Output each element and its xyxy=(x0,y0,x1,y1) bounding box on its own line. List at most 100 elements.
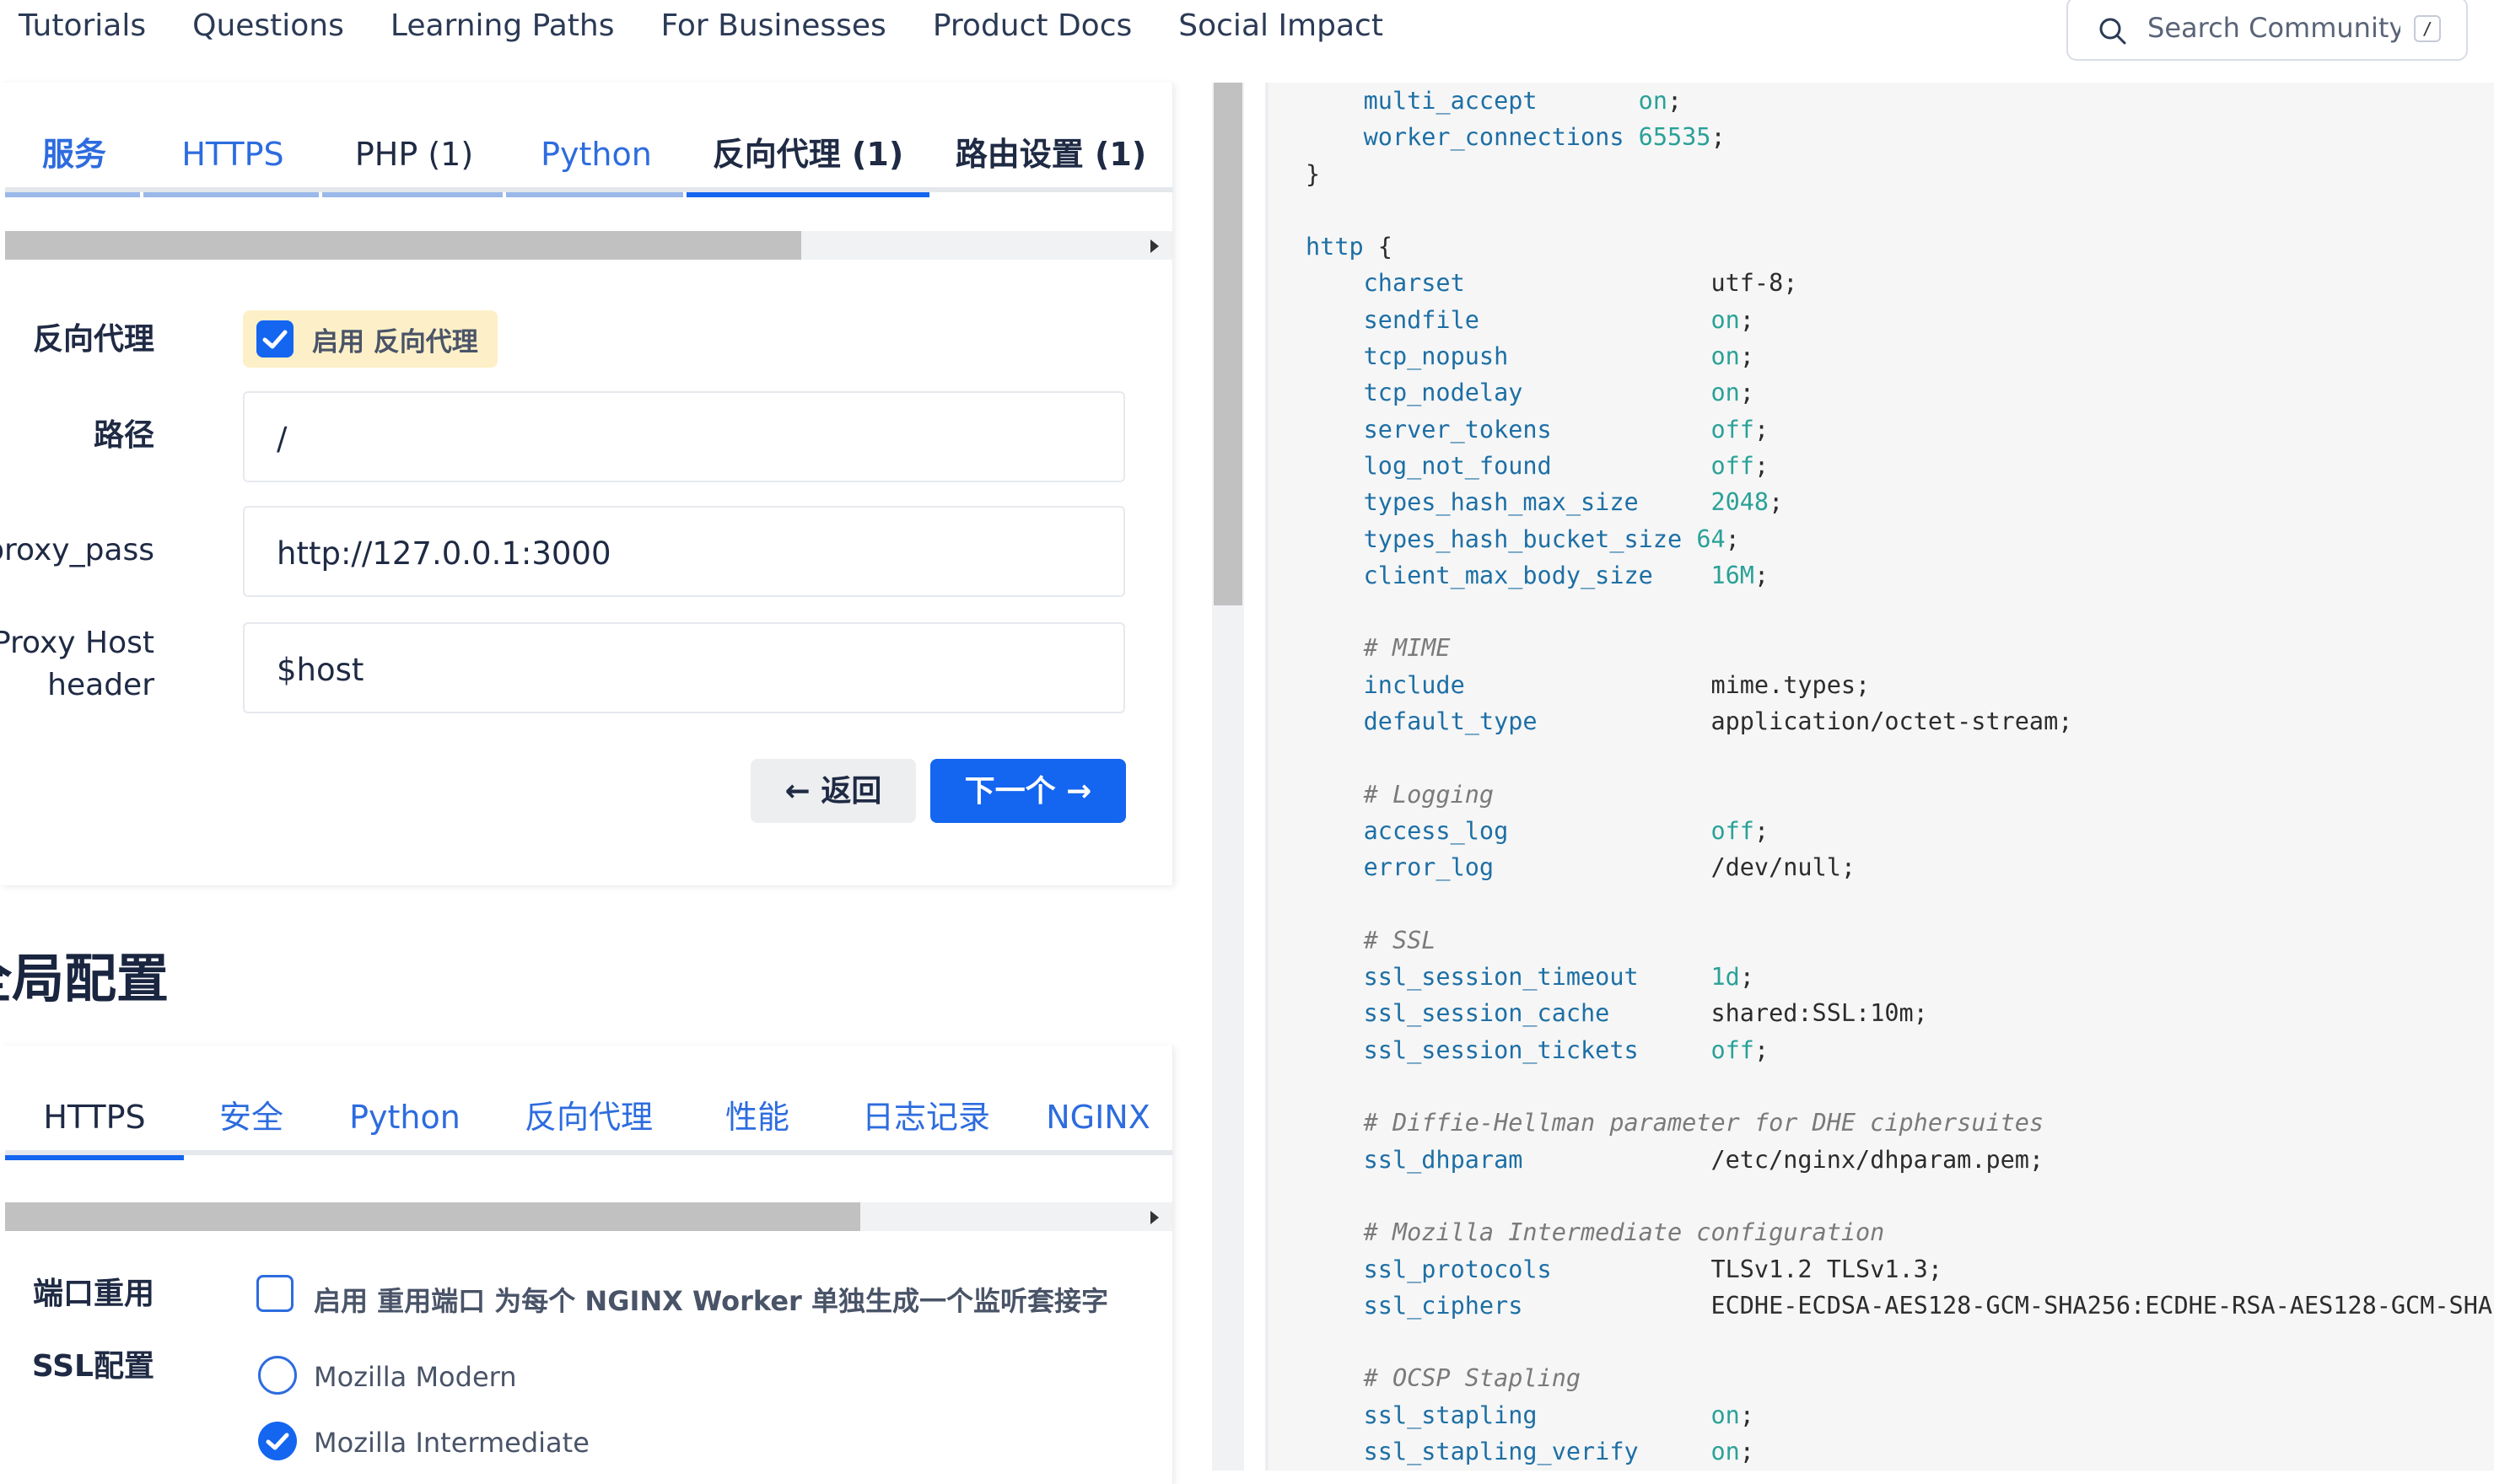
nav-link-product-docs[interactable]: Product Docs xyxy=(933,0,1132,52)
code-directive: ssl_session_timeout xyxy=(1363,963,1639,992)
code-line: error_log /dev/null; xyxy=(1306,849,2494,885)
code-line: tcp_nodelay on; xyxy=(1306,374,2494,411)
code-line: types_hash_bucket_size 64; xyxy=(1306,521,2494,557)
code-line: log_not_found off; xyxy=(1306,448,2494,484)
top-navigation: Tutorials Questions Learning Paths For B… xyxy=(0,0,2494,83)
code-text: ; xyxy=(1739,1437,1754,1465)
code-value: off xyxy=(1710,816,1754,845)
code-text: { xyxy=(1363,233,1392,261)
tab-global-security[interactable]: 安全 xyxy=(184,1081,319,1155)
proxy-pass-field[interactable] xyxy=(243,506,1125,597)
tab-service[interactable]: 服务 xyxy=(5,118,143,197)
ssl-config-label: SSL配置 xyxy=(31,1349,154,1384)
tab-global-logging[interactable]: 日志记录 xyxy=(828,1081,1024,1155)
next-button[interactable]: 下一个 → xyxy=(930,759,1126,823)
search-shortcut-key: / xyxy=(2414,15,2441,42)
code-text: ; xyxy=(1725,524,1740,553)
code-value: on xyxy=(1710,1401,1740,1429)
enable-reverse-proxy-checkbox[interactable] xyxy=(256,320,294,358)
proxy-pass-input[interactable] xyxy=(275,533,1088,573)
tab-global-python[interactable]: Python xyxy=(319,1081,491,1155)
code-comment: # Diffie-Hellman parameter for DHE ciphe… xyxy=(1363,1109,2044,1137)
code-directive: types_hash_max_size xyxy=(1363,488,1639,517)
code-text: ; xyxy=(1753,451,1770,480)
code-comment: # SSL xyxy=(1363,926,1436,954)
code-line: server_tokens off; xyxy=(1306,411,2494,448)
nav-link-questions[interactable]: Questions xyxy=(192,0,344,52)
left-column: 服务 HTTPS PHP (1) Python 反向代理 (1) 路由设置 (1… xyxy=(0,83,1215,1484)
search-box[interactable]: / xyxy=(2066,0,2468,61)
scrollbar-thumb[interactable] xyxy=(5,231,801,260)
code-directive: charset xyxy=(1363,269,1465,298)
code-directive: sendfile xyxy=(1363,305,1479,334)
tab-global-https[interactable]: HTTPS xyxy=(5,1081,184,1160)
tab-reverse-proxy[interactable]: 反向代理 (1) xyxy=(687,118,929,197)
proxy-host-field[interactable] xyxy=(243,622,1125,713)
tab-https[interactable]: HTTPS xyxy=(143,118,322,197)
nav-link-tutorials[interactable]: Tutorials xyxy=(19,0,146,52)
code-line: multi_accept on; xyxy=(1306,83,2494,119)
proxy-host-input[interactable] xyxy=(275,649,1088,690)
code-text: ; xyxy=(1739,963,1754,992)
code-line: # OCSP Stapling xyxy=(1306,1360,2494,1396)
tab-global-reverse-proxy[interactable]: 反向代理 xyxy=(491,1081,687,1155)
code-text: ; xyxy=(1739,342,1754,371)
tab-routing[interactable]: 路由设置 (1) xyxy=(929,118,1172,192)
left-pane-vertical-scrollbar[interactable] xyxy=(1212,83,1244,1471)
nav-link-social-impact[interactable]: Social Impact xyxy=(1178,0,1383,52)
port-reuse-checkbox[interactable] xyxy=(256,1275,294,1312)
code-value: on xyxy=(1710,305,1740,334)
back-button[interactable]: ← 返回 xyxy=(751,759,916,823)
vertical-scrollbar-thumb[interactable] xyxy=(1214,83,1242,605)
code-value: 2048 xyxy=(1710,488,1770,517)
global-tabs-horizontal-scrollbar[interactable] xyxy=(5,1202,1172,1231)
global-scroll-right-arrow-icon[interactable] xyxy=(1150,1211,1159,1224)
path-input[interactable] xyxy=(275,418,1088,459)
tab-global-performance[interactable]: 性能 xyxy=(687,1081,828,1155)
nav-link-learning-paths[interactable]: Learning Paths xyxy=(391,0,615,52)
global-config-card: HTTPS 安全 Python 反向代理 性能 日志记录 NGINX 端口重用 … xyxy=(0,1046,1173,1484)
tabs-horizontal-scrollbar[interactable] xyxy=(5,231,1172,260)
tab-global-nginx[interactable]: NGINX xyxy=(1024,1081,1172,1155)
proxy-host-label-line1: Proxy Host xyxy=(0,626,154,660)
enable-reverse-proxy-option[interactable]: 启用 反向代理 xyxy=(243,310,498,368)
code-directive: include xyxy=(1363,670,1465,699)
tab-python[interactable]: Python xyxy=(506,118,687,197)
code-line: tcp_nopush on; xyxy=(1306,338,2494,374)
global-scrollbar-thumb[interactable] xyxy=(5,1202,860,1231)
code-directive: ssl_session_cache xyxy=(1363,999,1610,1028)
search-input[interactable] xyxy=(2146,10,2402,46)
path-field[interactable] xyxy=(243,391,1125,482)
code-line: ssl_stapling on; xyxy=(1306,1397,2494,1433)
code-line: include mime.types; xyxy=(1306,667,2494,703)
code-line: # Mozilla Intermediate configuration xyxy=(1306,1214,2494,1250)
code-text: } xyxy=(1306,159,1321,188)
tab-php[interactable]: PHP (1) xyxy=(322,118,506,197)
code-value: on xyxy=(1710,379,1740,407)
ssl-mozilla-intermediate-text: Mozilla Intermediate xyxy=(314,1427,590,1459)
code-value: on xyxy=(1710,342,1740,371)
ssl-mozilla-intermediate-radio[interactable] xyxy=(258,1422,297,1460)
ssl-mozilla-modern-radio[interactable] xyxy=(258,1356,297,1395)
nav-link-for-businesses[interactable]: For Businesses xyxy=(660,0,886,52)
scroll-right-arrow-icon[interactable] xyxy=(1150,239,1159,253)
